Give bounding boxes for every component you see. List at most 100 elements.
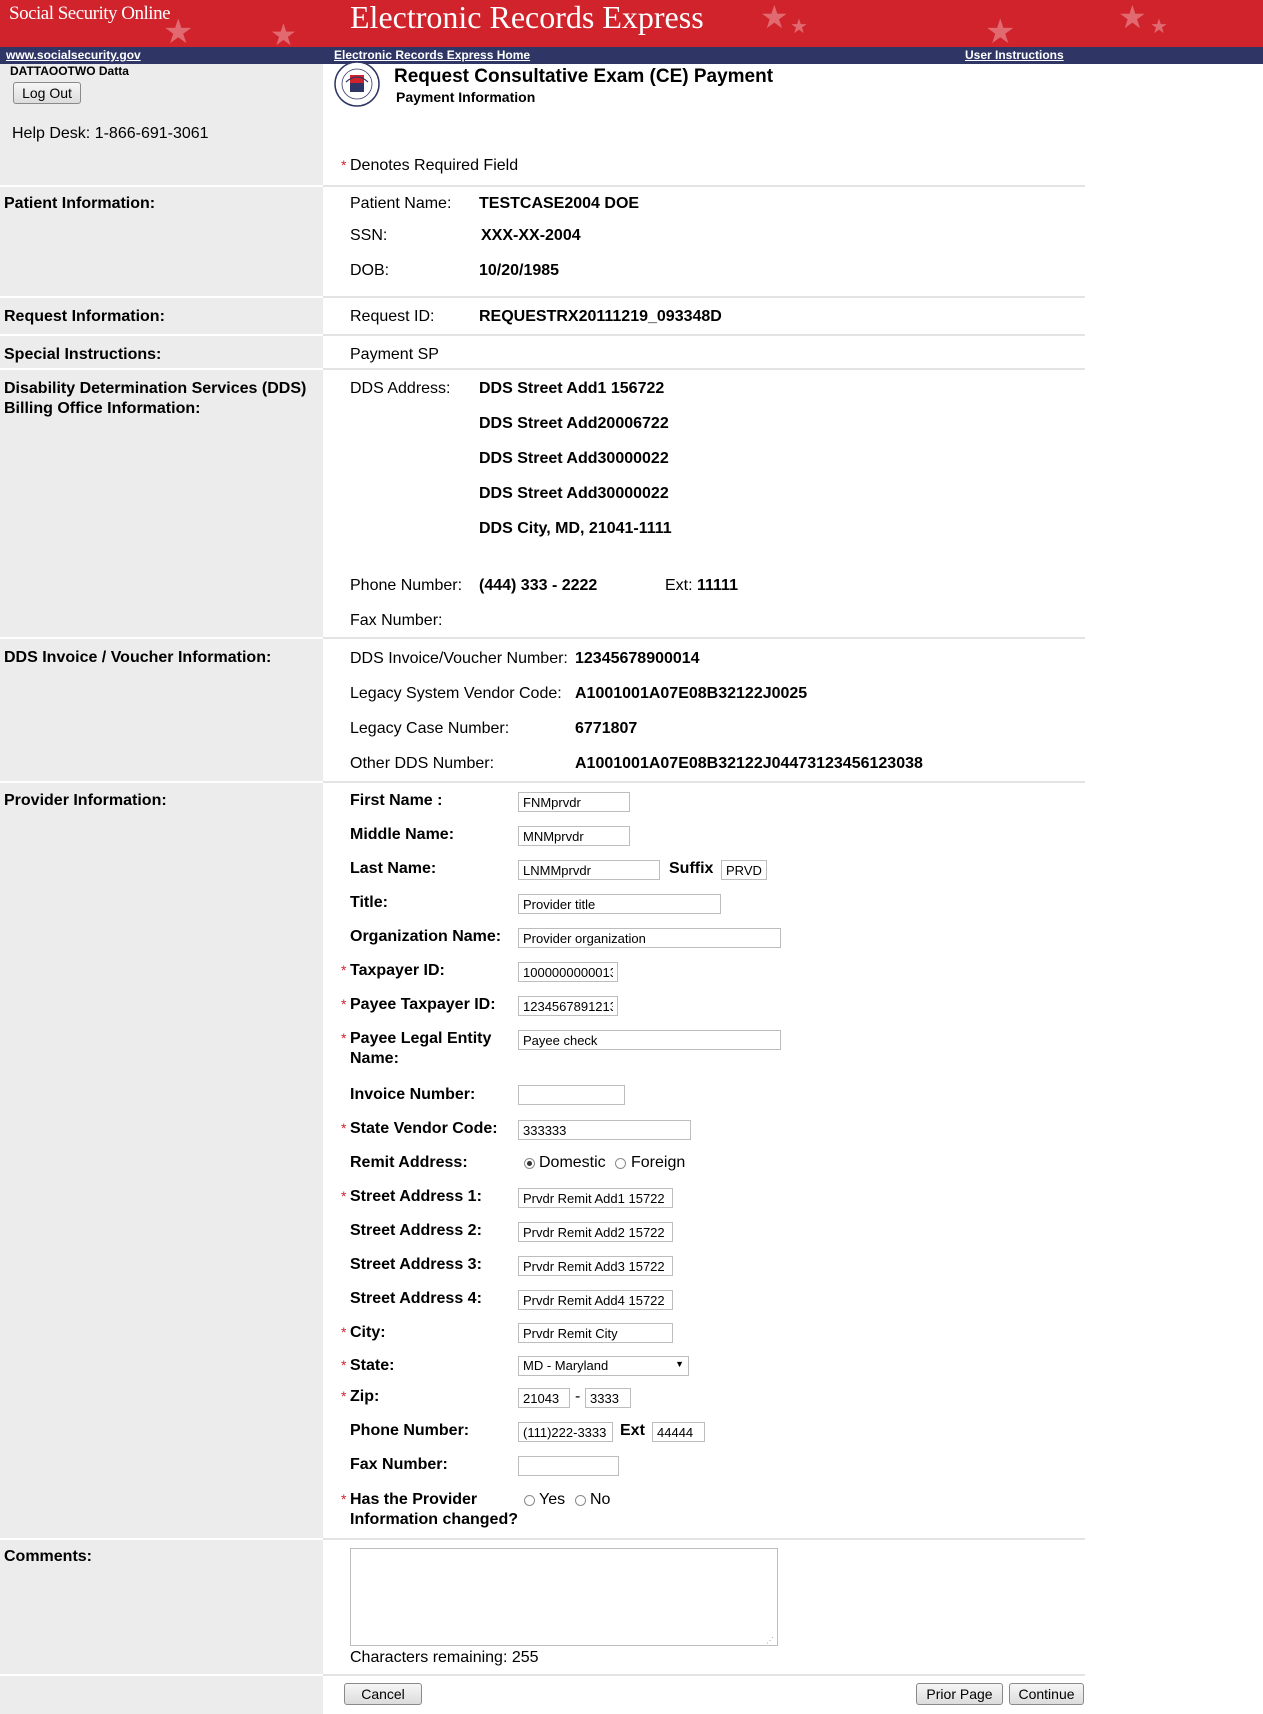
provider-changed-yes-radio[interactable] <box>524 1495 535 1506</box>
state-select-value: MD - Maryland <box>523 1358 609 1373</box>
zip4-input[interactable] <box>585 1388 631 1408</box>
payee-legal-entity-input[interactable] <box>518 1030 781 1050</box>
payee-taxpayer-id-label: Payee Taxpayer ID: <box>350 996 496 1013</box>
state-label: State: <box>350 1357 395 1374</box>
provider-changed-no-radio[interactable] <box>575 1495 586 1506</box>
zip-separator: - <box>575 1388 581 1405</box>
first-name-label: First Name : <box>350 792 443 809</box>
section-divider <box>0 1674 1085 1676</box>
star-decoration-icon: ★ <box>1118 0 1147 35</box>
suffix-input[interactable] <box>721 860 767 880</box>
invoice-number-label: Invoice Number: <box>350 1086 476 1103</box>
characters-remaining: Characters remaining: 255 <box>350 1649 539 1666</box>
user-instructions-link[interactable]: User Instructions <box>965 48 1064 62</box>
vendor-code-label: Legacy System Vendor Code: <box>350 685 562 702</box>
remit-foreign-radio[interactable] <box>615 1158 626 1169</box>
help-desk-text: Help Desk: 1-866-691-3061 <box>12 125 209 142</box>
logout-button[interactable]: Log Out <box>13 82 81 104</box>
section-divider <box>0 185 1085 187</box>
provider-section-heading: Provider Information: <box>4 792 167 809</box>
taxpayer-id-input[interactable] <box>518 962 618 982</box>
user-name: DATTAOOTWO Datta <box>10 64 129 78</box>
taxpayer-id-label: Taxpayer ID: <box>350 962 445 979</box>
required-marker: * <box>341 962 347 978</box>
cancel-button[interactable]: Cancel <box>344 1683 422 1705</box>
dds-address-line: DDS Street Add30000022 <box>479 450 669 467</box>
required-marker: * <box>341 157 347 173</box>
provider-changed-no-label: No <box>590 1491 611 1508</box>
vendor-code-value: A1001001A07E08B32122J0025 <box>575 685 808 702</box>
middle-name-label: Middle Name: <box>350 826 455 843</box>
site-banner: ★ ★ ★ ★ ★ ★ ★ Social Security Online Ele… <box>0 0 1263 47</box>
street-address-4-input[interactable] <box>518 1290 673 1310</box>
middle-name-input[interactable] <box>518 826 630 846</box>
state-vendor-code-input[interactable] <box>518 1120 691 1140</box>
street-address-1-input[interactable] <box>518 1188 673 1208</box>
dob-label: DOB: <box>350 262 390 279</box>
star-decoration-icon: ★ <box>985 13 1016 47</box>
dds-phone-value: (444) 333 - 2222 <box>479 577 598 594</box>
patient-name-value: TESTCASE2004 DOE <box>479 195 640 212</box>
street-address-2-input[interactable] <box>518 1222 673 1242</box>
city-input[interactable] <box>518 1323 673 1343</box>
required-marker: * <box>341 1388 347 1404</box>
dds-section-heading: Disability Determination Services (DDS) <box>4 380 307 397</box>
state-select[interactable]: MD - Maryland ▼ <box>518 1356 689 1376</box>
dds-address-line: DDS Street Add20006722 <box>479 415 669 432</box>
provider-phone-input[interactable] <box>518 1422 613 1442</box>
prior-page-button[interactable]: Prior Page <box>916 1683 1003 1705</box>
invoice-number-input[interactable] <box>518 1085 625 1105</box>
request-id-value: REQUESTRX20111219_093348D <box>479 308 722 325</box>
required-marker: * <box>341 996 347 1012</box>
provider-changed-yes-label: Yes <box>539 1491 566 1508</box>
payee-legal-entity-label-line2: Name: <box>350 1050 399 1067</box>
invoice-section-heading: DDS Invoice / Voucher Information: <box>4 649 272 666</box>
required-marker: * <box>341 1030 347 1046</box>
section-divider <box>0 296 1085 298</box>
continue-button[interactable]: Continue <box>1009 1683 1084 1705</box>
voucher-number-value: 12345678900014 <box>575 650 700 667</box>
organization-name-input[interactable] <box>518 928 781 948</box>
organization-name-label: Organization Name: <box>350 928 502 945</box>
star-decoration-icon: ★ <box>1150 16 1168 38</box>
dds-address-label: DDS Address: <box>350 380 451 397</box>
provider-changed-label-line2: Information changed? <box>350 1511 518 1528</box>
city-label: City: <box>350 1324 386 1341</box>
star-decoration-icon: ★ <box>790 16 808 38</box>
street-address-3-label: Street Address 3: <box>350 1256 482 1273</box>
remit-domestic-label: Domestic <box>539 1154 606 1171</box>
request-section-heading: Request Information: <box>4 308 165 325</box>
app-title: Electronic Records Express <box>350 0 704 35</box>
section-divider <box>0 637 1085 639</box>
last-name-input[interactable] <box>518 860 660 880</box>
dds-section-heading-line2: Billing Office Information: <box>4 400 201 417</box>
payee-legal-entity-label: Payee Legal Entity <box>350 1030 492 1047</box>
zip-label: Zip: <box>350 1388 380 1405</box>
comments-textarea[interactable] <box>350 1548 778 1646</box>
provider-ext-label: Ext <box>620 1422 645 1439</box>
required-marker: * <box>341 1188 347 1204</box>
provider-changed-label: Has the Provider <box>350 1491 478 1508</box>
section-divider <box>0 334 1085 336</box>
brand-logo-text: Social Security Online <box>9 3 171 24</box>
zip-input[interactable] <box>518 1388 570 1408</box>
first-name-input[interactable] <box>518 792 630 812</box>
page-subtitle: Payment Information <box>396 89 536 105</box>
dds-phone-label: Phone Number: <box>350 577 463 594</box>
remit-domestic-radio[interactable] <box>524 1158 535 1169</box>
resize-handle-icon: ⋰ <box>766 1636 774 1645</box>
provider-fax-input[interactable] <box>518 1456 619 1476</box>
title-input[interactable] <box>518 894 721 914</box>
last-name-label: Last Name: <box>350 860 437 877</box>
required-marker: * <box>341 1324 347 1340</box>
patient-section-heading: Patient Information: <box>4 195 156 212</box>
provider-ext-input[interactable] <box>652 1422 705 1442</box>
street-address-1-label: Street Address 1: <box>350 1188 482 1205</box>
required-note: Denotes Required Field <box>350 157 519 174</box>
socialsecurity-home-link[interactable]: www.socialsecurity.gov <box>6 48 141 62</box>
payee-taxpayer-id-input[interactable] <box>518 996 618 1016</box>
ssn-label: SSN: <box>350 227 388 244</box>
street-address-3-input[interactable] <box>518 1256 673 1276</box>
voucher-number-label: DDS Invoice/Voucher Number: <box>350 650 568 667</box>
dds-fax-label: Fax Number: <box>350 612 443 629</box>
